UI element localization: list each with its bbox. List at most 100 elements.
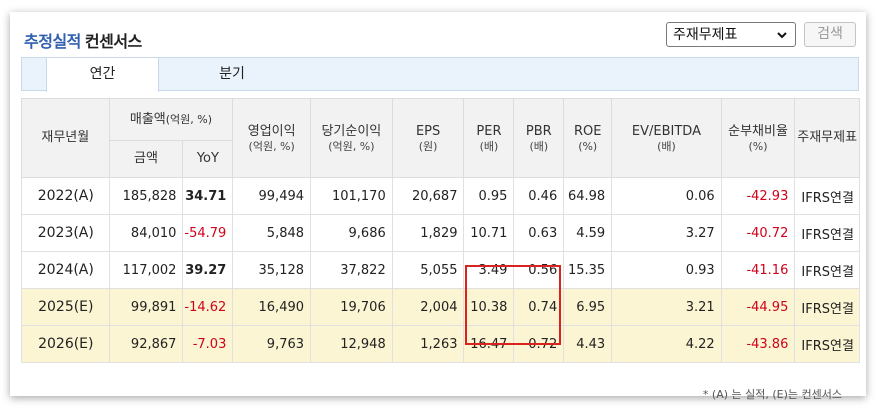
select-value: 주재무제표	[673, 27, 738, 43]
header-net-income-label: 당기순이익	[321, 123, 382, 139]
cell-sales: 92,867	[108, 325, 184, 363]
header-net-income: 당기순이익 (억원, %)	[310, 98, 393, 178]
cell-operating-profit: 5,848	[232, 214, 312, 252]
cell-main-fs: IFRS연결	[794, 325, 860, 363]
cell-main-fs: IFRS연결	[794, 251, 860, 289]
header-net-income-unit: (억원, %)	[328, 139, 375, 153]
cell-main-fs: IFRS연결	[794, 288, 860, 326]
cell-ev-ebitda: 0.06	[611, 177, 722, 215]
header-roe-label: ROE	[573, 123, 602, 139]
search-button[interactable]: 검색	[804, 22, 856, 47]
period-tabs: 연간 분기	[21, 57, 859, 92]
cell-pbr: 0.63	[513, 214, 565, 252]
table-row: 2023(A) 84,010 -54.79 5,848 9,686 1,829 …	[21, 214, 860, 252]
table-row: 2025(E) 99,891 -14.62 16,490 19,706 2,00…	[21, 288, 860, 326]
header-ev-ebitda-unit: (배)	[657, 139, 676, 153]
header-sales: 매출액(억원, %)	[108, 98, 234, 141]
header-operating-profit: 영업이익 (억원, %)	[232, 98, 312, 178]
consensus-panel: 추정실적 컨센서스 주재무제표 검색 연간 분기 재무년월 매출액(억원, %) …	[10, 12, 866, 401]
cell-roe: 15.35	[563, 251, 613, 289]
panel-title: 추정실적 컨센서스	[24, 28, 142, 52]
title-consensus: 컨센서스	[84, 32, 142, 51]
header-sales-label: 매출액	[129, 111, 166, 127]
cell-ev-ebitda: 0.93	[611, 251, 722, 289]
header-pbr-label: PBR	[525, 123, 552, 139]
header-net-debt-ratio-unit: (%)	[748, 139, 768, 153]
cell-eps: 20,687	[391, 177, 465, 215]
cell-net-income: 101,170	[310, 177, 393, 215]
cell-period: 2025(E)	[21, 288, 110, 326]
cell-ev-ebitda: 3.21	[611, 288, 722, 326]
cell-period: 2026(E)	[21, 325, 110, 363]
header-sales-unit: (억원, %)	[165, 112, 213, 126]
cell-ev-ebitda: 3.27	[611, 214, 722, 252]
cell-operating-profit: 99,494	[232, 177, 312, 215]
cell-net-debt-ratio: -40.72	[720, 214, 796, 252]
header-period: 재무년월	[21, 98, 110, 178]
cell-pbr: 0.46	[513, 177, 565, 215]
table-row: 2022(A) 185,828 34.71 99,494 101,170 20,…	[21, 177, 860, 215]
header-pbr: PBR (배)	[513, 98, 565, 178]
cell-yoy: 39.27	[182, 251, 234, 289]
header-ev-ebitda: EV/EBITDA (배)	[611, 98, 722, 178]
cell-net-debt-ratio: -44.95	[720, 288, 796, 326]
cell-operating-profit: 9,763	[232, 325, 312, 363]
cell-yoy: 34.71	[182, 177, 234, 215]
header-sales-yoy: YoY	[182, 140, 234, 178]
cell-roe: 6.95	[563, 288, 613, 326]
header-per: PER (배)	[463, 98, 515, 178]
footnote: * (A) 는 실적, (E)는 컨센서스	[702, 388, 842, 401]
cell-period: 2023(A)	[21, 214, 110, 252]
cell-eps: 2,004	[391, 288, 465, 326]
cell-roe: 4.43	[563, 325, 613, 363]
title-estimated-results: 추정실적	[24, 32, 81, 51]
cell-eps: 1,829	[391, 214, 465, 252]
table-row: 2024(A) 117,002 39.27 35,128 37,822 5,05…	[21, 251, 860, 289]
tab-annual[interactable]: 연간	[46, 57, 159, 92]
cell-net-income: 37,822	[310, 251, 393, 289]
table-row: 2026(E) 92,867 -7.03 9,763 12,948 1,263 …	[21, 325, 860, 363]
header-main-fs: 주재무제표	[794, 98, 860, 178]
header-roe: ROE (%)	[563, 98, 613, 178]
cell-per: 10.71	[463, 214, 515, 252]
cell-roe: 4.59	[563, 214, 613, 252]
cell-per: 0.95	[463, 177, 515, 215]
header-eps-unit: (원)	[418, 139, 438, 153]
consensus-table: 재무년월 매출액(억원, %) 영업이익 (억원, %) 당기순이익 (억원, %)…	[21, 98, 860, 363]
header-sales-amount: 금액	[108, 140, 184, 178]
header-operating-profit-unit: (억원, %)	[248, 139, 295, 153]
header-roe-unit: (%)	[578, 139, 598, 153]
chevron-down-icon	[776, 23, 788, 57]
header-net-debt-ratio-label: 순부채비율	[728, 123, 788, 139]
cell-roe: 64.98	[563, 177, 613, 215]
cell-eps: 1,263	[391, 325, 465, 363]
cell-eps: 5,055	[391, 251, 465, 289]
cell-net-debt-ratio: -41.16	[720, 251, 796, 289]
cell-sales: 117,002	[108, 251, 184, 289]
cell-sales: 185,828	[108, 177, 184, 215]
cell-net-debt-ratio: -42.93	[720, 177, 796, 215]
header-ev-ebitda-label: EV/EBITDA	[631, 123, 701, 139]
cell-yoy: -7.03	[182, 325, 234, 363]
cell-period: 2022(A)	[21, 177, 110, 215]
cell-yoy: -54.79	[182, 214, 234, 252]
cell-period: 2024(A)	[21, 251, 110, 289]
cell-sales: 99,891	[108, 288, 184, 326]
header-per-label: PER	[476, 123, 502, 139]
cell-main-fs: IFRS연결	[794, 214, 860, 252]
cell-operating-profit: 16,490	[232, 288, 312, 326]
cell-yoy: -14.62	[182, 288, 234, 326]
cell-net-income: 9,686	[310, 214, 393, 252]
financial-statement-select[interactable]: 주재무제표	[666, 22, 796, 47]
highlight-box	[465, 265, 561, 345]
cell-net-debt-ratio: -43.86	[720, 325, 796, 363]
header-operating-profit-label: 영업이익	[247, 123, 296, 139]
header-net-debt-ratio: 순부채비율 (%)	[720, 98, 796, 178]
cell-main-fs: IFRS연결	[794, 177, 860, 215]
header-pbr-unit: (배)	[529, 139, 549, 153]
header-eps: EPS (원)	[391, 98, 465, 178]
cell-net-income: 19,706	[310, 288, 393, 326]
header-per-unit: (배)	[479, 139, 499, 153]
tab-quarterly[interactable]: 분기	[192, 58, 272, 91]
cell-net-income: 12,948	[310, 325, 393, 363]
